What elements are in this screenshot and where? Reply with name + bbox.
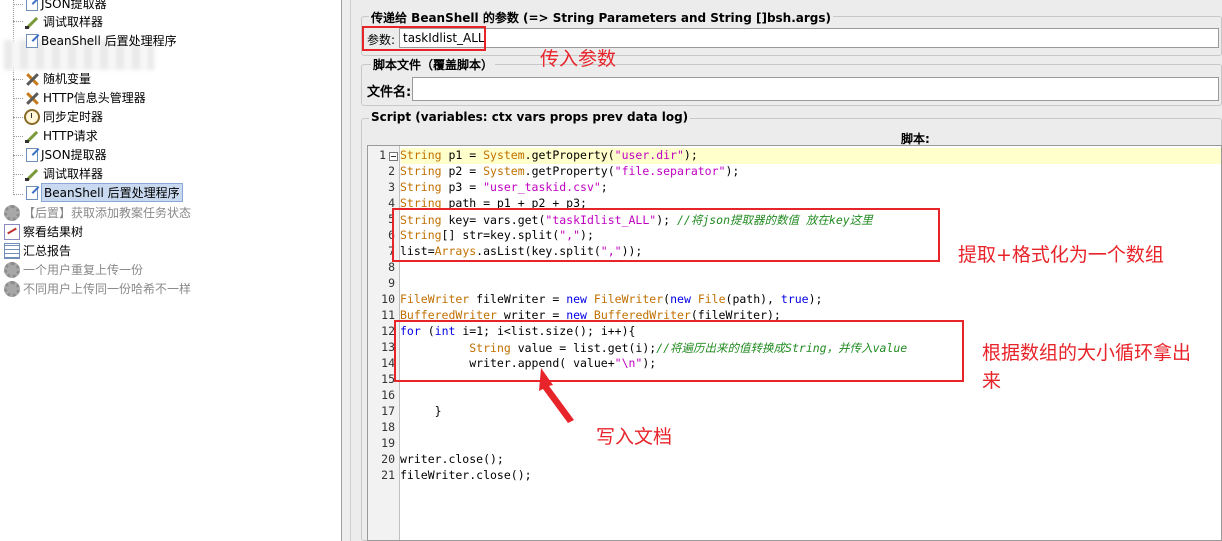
line-number: 13: [381, 340, 395, 354]
fold-toggle-icon[interactable]: [389, 152, 398, 161]
debug-sampler-icon: [24, 166, 40, 182]
code-line: String p2 = System.getProperty("file.sep…: [400, 164, 740, 178]
annotation-pass-param: 传入参数: [540, 48, 617, 70]
annotation-extract-format: 提取+格式化为一个数组: [958, 244, 1164, 266]
line-number: 9: [388, 276, 395, 290]
gear-icon: [4, 204, 20, 221]
tree-item-debug-sampler-1[interactable]: 调试取样器: [24, 12, 103, 31]
code-line: String p3 = "user_taskid.csv";: [400, 180, 608, 194]
random-variable-icon: [24, 71, 40, 87]
timer-icon: [24, 108, 40, 125]
tree-item-label: JSON提取器: [41, 148, 107, 162]
line-number: 18: [381, 420, 395, 434]
debug-sampler-icon: [24, 14, 40, 30]
tree-item-label: 同步定时器: [43, 110, 104, 124]
tree-item-label: 察看结果树: [23, 225, 84, 239]
tree-item-http-request[interactable]: HTTP请求: [24, 126, 98, 145]
http-request-icon: [24, 128, 40, 144]
beanshell-config-panel: 传递给 BeanShell 的参数 (=> String Parameters …: [351, 0, 1222, 541]
tree-item-json-extractor-2[interactable]: JSON提取器: [24, 145, 107, 164]
tree-item-label: JSON提取器: [41, 0, 107, 11]
filename-input[interactable]: [412, 77, 1219, 101]
tree-item-label: 一个用户重复上传一份: [23, 263, 144, 277]
tree-item-sync-timer[interactable]: 同步定时器: [24, 107, 103, 126]
line-number: 1: [379, 148, 386, 162]
line-number: 17: [381, 404, 395, 418]
tree-item-random-variable[interactable]: 随机变量: [24, 69, 91, 88]
tree-item-debug-sampler-2[interactable]: 调试取样器: [24, 164, 103, 183]
tree-item-label: HTTP信息头管理器: [43, 91, 146, 105]
json-extractor-icon: [26, 0, 38, 11]
beanshell-icon: [26, 185, 38, 200]
extract-highlight-box: [392, 208, 940, 262]
params-input[interactable]: [399, 28, 1219, 48]
tree-item-label: 汇总报告: [23, 244, 72, 258]
tree-item-header-manager[interactable]: HTTP信息头管理器: [24, 88, 146, 107]
tree-item-beanshell-1[interactable]: BeanShell 后置处理程序: [24, 31, 177, 50]
gear-icon: [4, 280, 20, 297]
code-line: String p1 = System.getProperty("user.dir…: [400, 148, 698, 162]
tree-item-label: BeanShell 后置处理程序: [41, 34, 177, 48]
line-number: 20: [381, 452, 395, 466]
tree-item-label: 调试取样器: [43, 15, 104, 29]
script-file-legend: 脚本文件（覆盖脚本）: [371, 56, 496, 73]
test-plan-tree[interactable]: JSON提取器 调试取样器 BeanShell 后置处理程序 随机变量 HTTP…: [0, 0, 341, 541]
gear-icon: [4, 261, 20, 278]
tree-item-label: HTTP请求: [43, 129, 98, 143]
header-manager-icon: [24, 90, 40, 106]
annotation-loop: 根据数组的大小循环拿出: [982, 342, 1192, 364]
tree-item-same-user-upload[interactable]: 一个用户重复上传一份: [4, 260, 143, 279]
annotation-write-doc: 写入文档: [596, 426, 673, 448]
pane-splitter[interactable]: [341, 0, 351, 541]
param-highlight-box: [362, 26, 486, 51]
script-legend: Script (variables: ctx vars props prev d…: [369, 110, 691, 124]
annotation-loop-line2: 来: [982, 370, 1002, 392]
line-number: 11: [381, 308, 395, 322]
line-number: 21: [381, 468, 395, 482]
code-line: FileWriter fileWriter = new FileWriter(n…: [400, 292, 823, 306]
line-number: 10: [381, 292, 395, 306]
tree-item-label: 调试取样器: [43, 167, 104, 181]
tree-item-beanshell-selected[interactable]: BeanShell 后置处理程序: [24, 183, 183, 202]
results-tree-icon: [4, 223, 20, 240]
line-number: 19: [381, 436, 395, 450]
loop-highlight-box: [394, 320, 964, 382]
line-number: 16: [381, 388, 395, 402]
tree-item-summary-report[interactable]: 汇总报告: [4, 241, 71, 260]
line-number: 12: [381, 324, 395, 338]
line-number: 2: [388, 164, 395, 178]
code-line: }: [400, 404, 442, 418]
tree-item-label: 随机变量: [43, 72, 92, 86]
filename-label: 文件名:: [367, 85, 412, 100]
line-number: 14: [381, 356, 395, 370]
line-number: 15: [381, 372, 395, 386]
params-legend: 传递给 BeanShell 的参数 (=> String Parameters …: [369, 9, 834, 26]
line-number: 3: [388, 180, 395, 194]
tree-item-label: 不同用户上传同一份哈希不一样: [23, 282, 192, 296]
tree-item-label: 【后置】获取添加教案任务状态: [23, 206, 192, 220]
code-line: writer.close();: [400, 452, 504, 466]
summary-report-icon: [4, 242, 20, 259]
beanshell-icon: [26, 33, 38, 48]
line-number: 8: [388, 260, 395, 274]
tree-item-results-tree[interactable]: 察看结果树: [4, 222, 83, 241]
json-extractor-icon: [26, 147, 38, 162]
code-line: fileWriter.close();: [400, 468, 532, 482]
tree-item-diff-users-upload[interactable]: 不同用户上传同一份哈希不一样: [4, 279, 191, 298]
tree-item-post-get-task-status[interactable]: 【后置】获取添加教案任务状态: [4, 203, 191, 222]
tree-item-label: BeanShell 后置处理程序: [41, 183, 183, 202]
